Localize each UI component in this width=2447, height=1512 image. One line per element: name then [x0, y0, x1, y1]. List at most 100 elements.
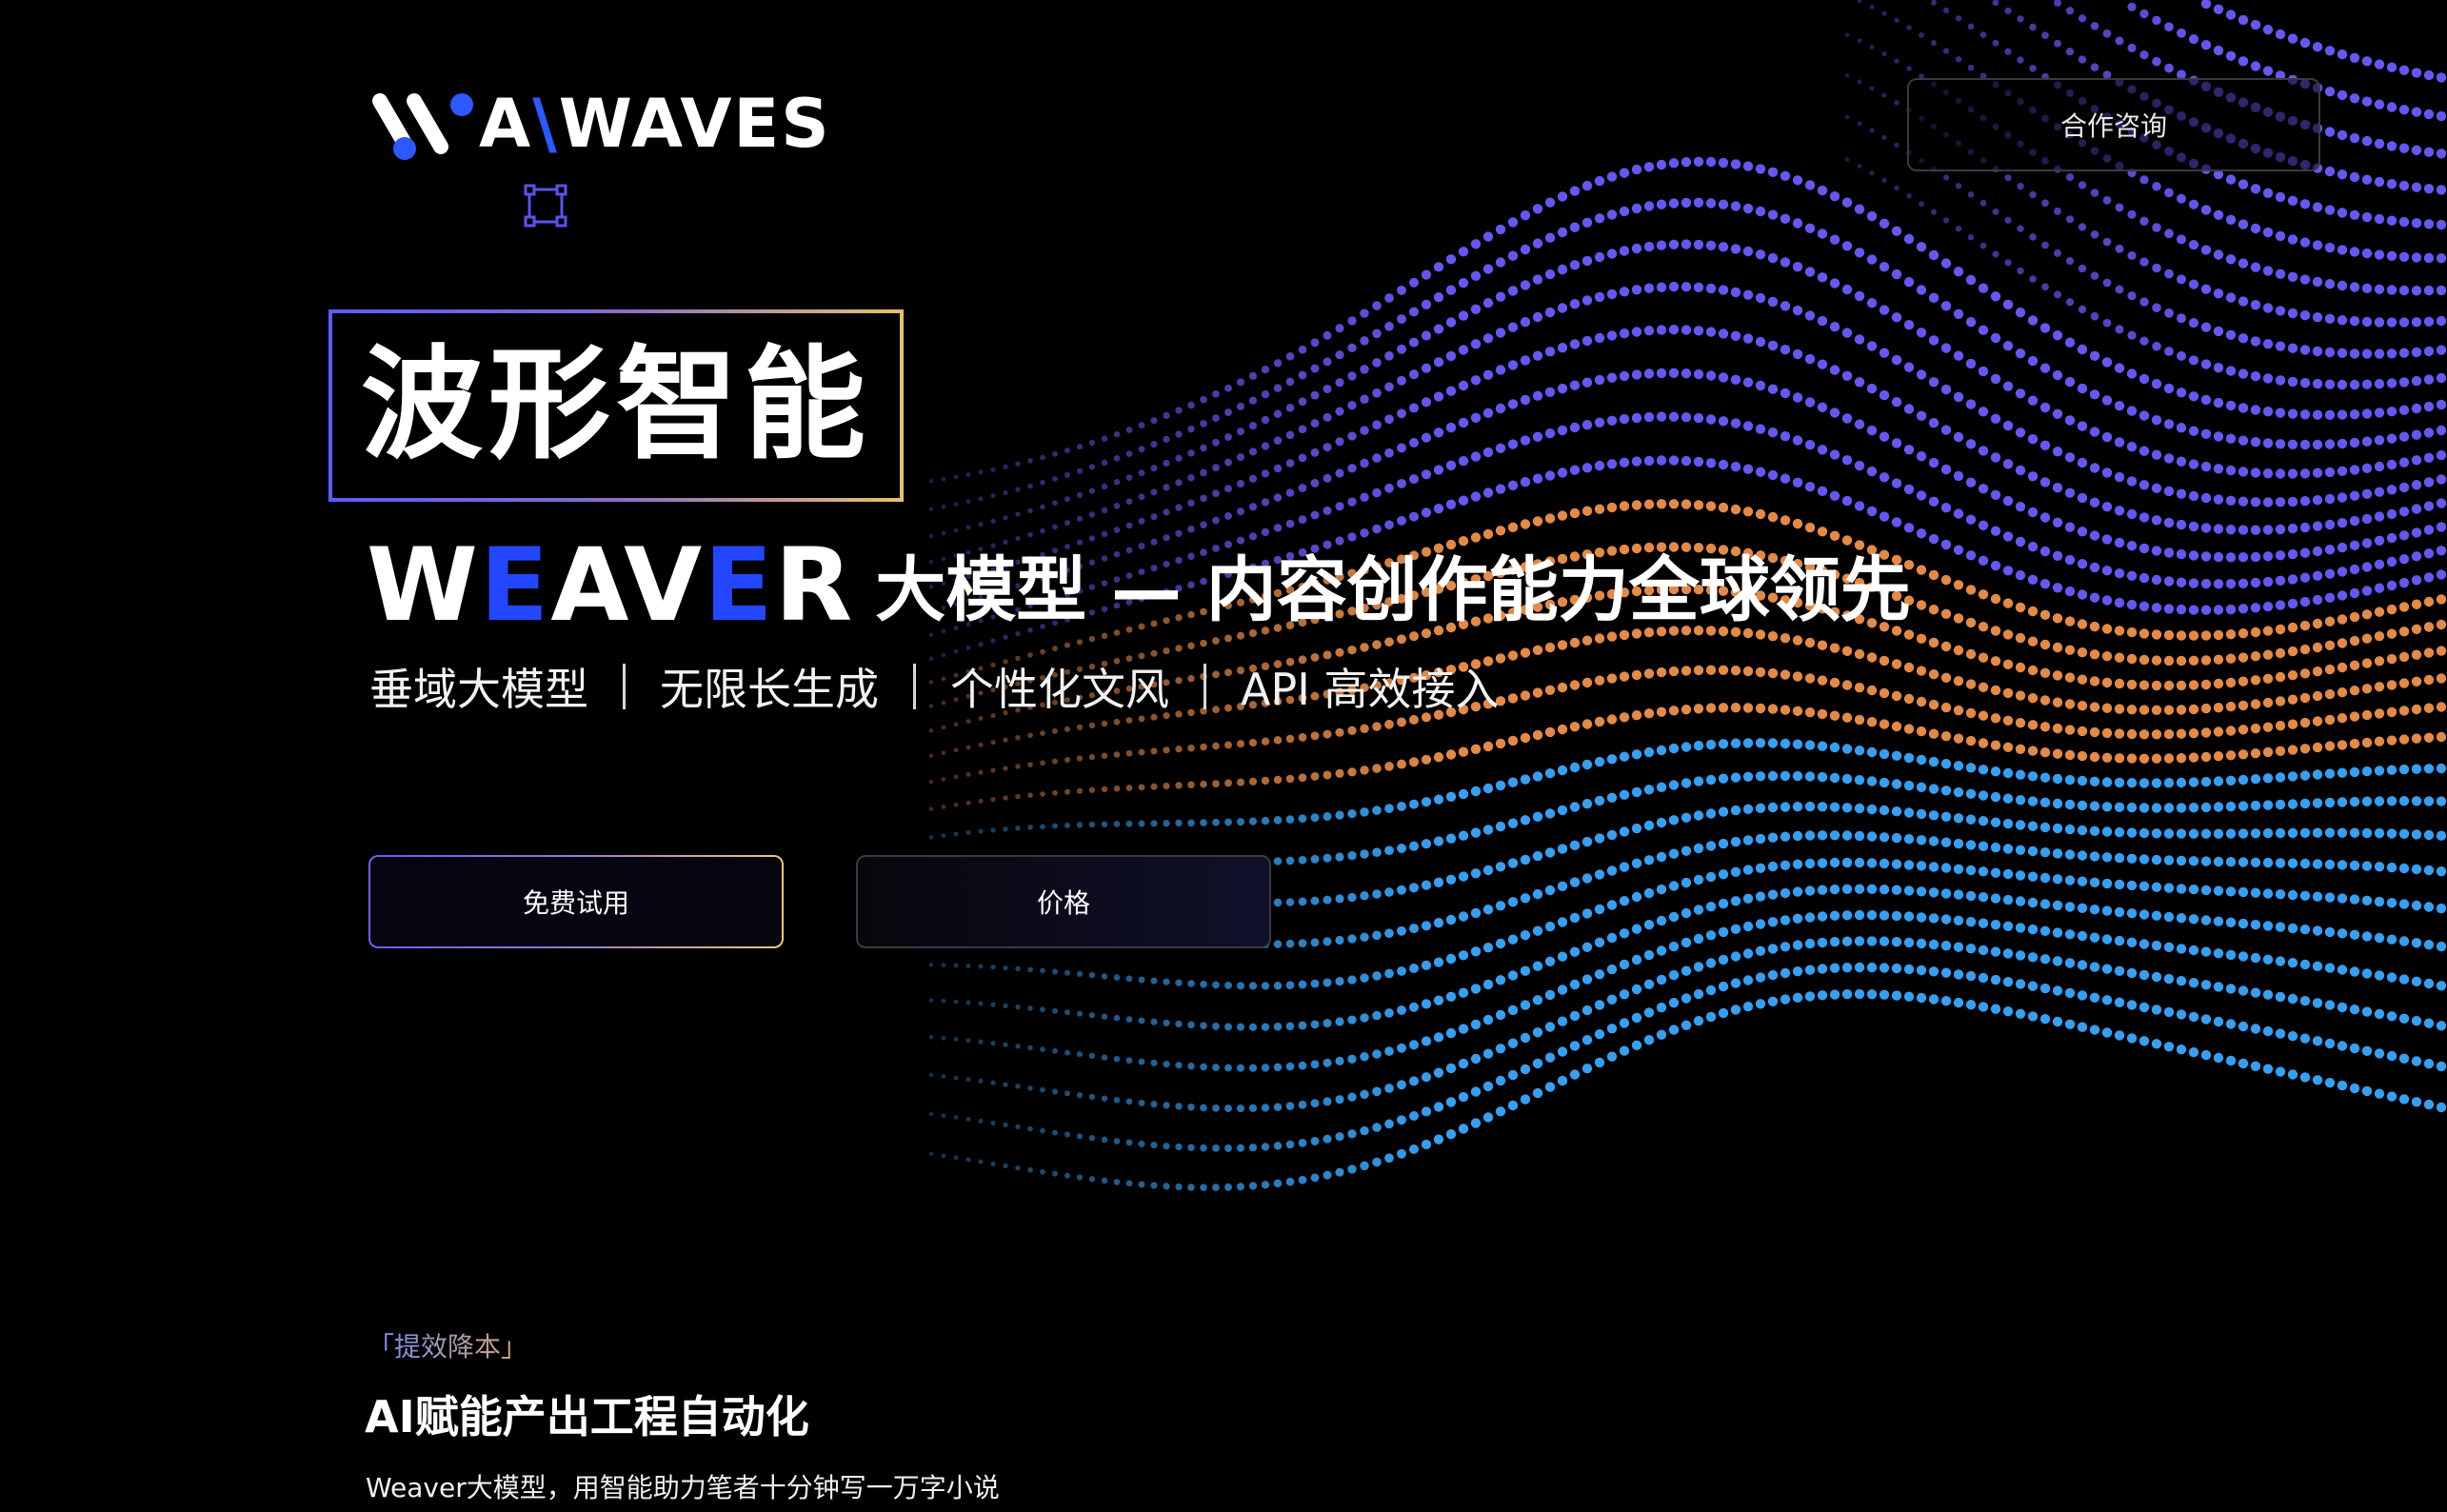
pricing-button[interactable]: 价格	[856, 855, 1271, 948]
wave-dot	[2139, 628, 2150, 639]
wave-dot	[2002, 495, 2014, 507]
wave-dot	[1780, 669, 1791, 680]
wave-dot	[1582, 255, 1593, 267]
wave-dot	[1940, 759, 1952, 769]
wave-dot	[1742, 948, 1754, 959]
wave-dot	[1445, 749, 1457, 760]
wave-dot	[2374, 1008, 2385, 1020]
wave-dot	[2250, 525, 2261, 535]
wave-dot	[2324, 467, 2336, 478]
wave-dot	[1125, 450, 1133, 457]
wave-dot	[1408, 1002, 1420, 1012]
wave-dot	[1507, 693, 1519, 704]
wave-dot	[1187, 980, 1195, 987]
wave-dot	[2238, 333, 2249, 344]
wave-dot	[2002, 715, 2014, 726]
wave-dot	[1445, 991, 1457, 1003]
wave-dot	[1273, 940, 1283, 948]
wave-dot	[1928, 887, 1940, 898]
wave-dot	[2436, 474, 2447, 485]
wave-dot	[1829, 742, 1840, 753]
wave-dot	[2374, 896, 2385, 907]
wave-dot	[941, 504, 946, 509]
wave-dot	[1668, 666, 1680, 677]
wave-dot	[1298, 1100, 1307, 1109]
wave-dot	[1163, 1102, 1170, 1109]
wave-dot	[2027, 720, 2039, 730]
wave-dot	[2039, 546, 2051, 557]
wave-dot	[2151, 379, 2162, 389]
wave-dot	[1606, 330, 1618, 341]
wave-dot	[1940, 996, 1952, 1006]
wave-dot	[1495, 328, 1506, 338]
wave-dot	[2324, 1038, 2336, 1049]
wave-dot	[1841, 989, 1853, 1000]
wave-dot	[2275, 191, 2286, 203]
wave-dot	[1767, 832, 1779, 843]
wave-dot	[1064, 788, 1071, 795]
wave-dot	[2287, 308, 2298, 319]
wave-dot	[2299, 199, 2311, 209]
selection-box-icon[interactable]	[524, 184, 567, 228]
wave-dot	[1408, 474, 1420, 485]
wave-dot	[2017, 183, 2024, 190]
wave-dot	[2386, 828, 2397, 839]
wave-dot	[2398, 974, 2410, 985]
wave-dot	[978, 964, 984, 969]
wave-dot	[2262, 921, 2274, 931]
wave-dot	[1236, 453, 1245, 462]
wave-dot	[2299, 668, 2311, 679]
wave-dot	[2052, 874, 2063, 885]
wave-dot	[2411, 455, 2422, 466]
wave-dot	[2101, 1027, 2113, 1038]
wave-dot	[1236, 1104, 1245, 1113]
wave-dot	[1544, 387, 1556, 397]
wave-dot	[1928, 913, 1940, 924]
wave-dot	[1693, 368, 1704, 380]
wave-dot	[1520, 355, 1531, 366]
wave-dot	[2436, 594, 2447, 605]
wave-dot	[1681, 499, 1692, 509]
wave-dot	[990, 493, 996, 499]
wave-dot	[1236, 740, 1245, 748]
wave-dot	[1544, 232, 1556, 243]
wave-dot	[2064, 875, 2076, 885]
wave-dot	[1285, 488, 1295, 497]
wave-dot	[2017, 15, 2024, 23]
consult-button[interactable]: 合作咨询	[1907, 78, 2320, 171]
wave-dot	[1990, 593, 2001, 605]
wave-dot	[1881, 134, 1887, 140]
wave-dot	[1261, 498, 1270, 507]
wave-dot	[1372, 889, 1382, 899]
wave-dot	[1040, 504, 1045, 510]
wave-dot	[1894, 142, 1900, 148]
wave-dot	[2411, 429, 2422, 440]
wave-dot	[1557, 640, 1568, 650]
wave-dot	[2225, 1055, 2237, 1066]
wave-dot	[2078, 264, 2087, 273]
wave-dot	[1879, 885, 1890, 895]
brand-logo[interactable]: A\WAVES	[367, 86, 831, 162]
wave-dot	[2077, 800, 2088, 811]
wave-dot	[1953, 308, 1964, 319]
wave-dot	[1285, 774, 1295, 784]
wave-dot	[2324, 493, 2336, 505]
wave-dot	[1285, 403, 1295, 412]
wave-dot	[2275, 696, 2286, 706]
wave-dot	[990, 638, 996, 644]
free-trial-button[interactable]: 免费试用	[368, 855, 784, 948]
wave-dot	[2052, 369, 2063, 381]
wave-dot	[1310, 896, 1320, 905]
wave-dot	[2176, 548, 2187, 560]
wave-dot	[1928, 637, 1940, 648]
wave-dot	[1705, 808, 1717, 819]
wave-dot	[2029, 23, 2037, 31]
wave-dot	[2337, 492, 2348, 503]
wave-dot	[1594, 417, 1605, 428]
wave-dot	[2213, 726, 2224, 737]
wave-dot	[2101, 468, 2113, 478]
wave-dot	[1015, 1084, 1021, 1089]
wave-dot	[978, 1039, 984, 1044]
wave-dot	[1310, 771, 1320, 781]
wave-dot	[1285, 519, 1295, 528]
